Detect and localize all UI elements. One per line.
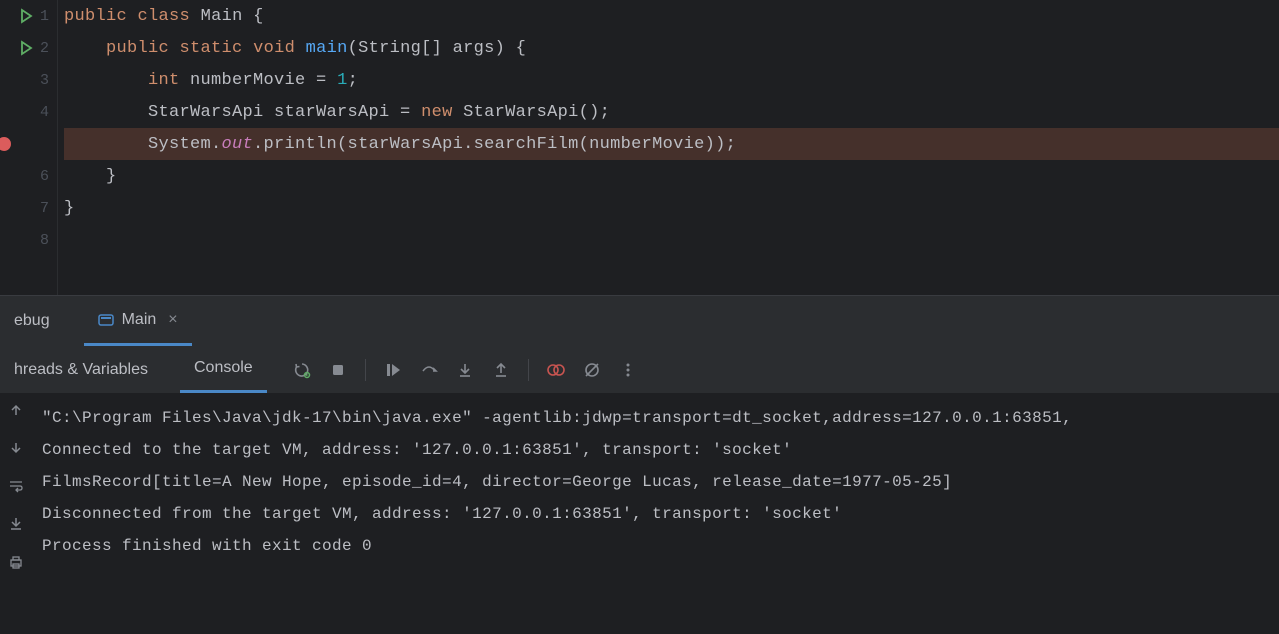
toolbar-icons — [293, 359, 637, 381]
close-icon[interactable]: × — [168, 311, 177, 329]
console-line: FilmsRecord[title=A New Hope, episode_id… — [42, 466, 1269, 498]
more-icon[interactable] — [619, 361, 637, 379]
code-line[interactable]: public class Main { — [64, 0, 1279, 32]
console-line: "C:\Program Files\Java\jdk-17\bin\java.e… — [42, 402, 1269, 434]
line-number: 2 — [40, 40, 49, 57]
app-icon — [98, 312, 114, 328]
code-line[interactable]: int numberMovie = 1; — [64, 64, 1279, 96]
breakpoint-icon[interactable] — [0, 137, 11, 151]
line-number: 1 — [40, 8, 49, 25]
run-icon[interactable] — [18, 40, 34, 56]
gutter-line[interactable] — [0, 128, 57, 160]
resume-icon[interactable] — [384, 361, 402, 379]
line-number: 7 — [40, 200, 49, 217]
line-number: 4 — [40, 104, 49, 121]
code-line[interactable]: public static void main(String[] args) { — [64, 32, 1279, 64]
console-gutter — [0, 394, 32, 634]
console-line: Process finished with exit code 0 — [42, 530, 1269, 562]
gutter-line[interactable]: 6 — [0, 160, 57, 192]
code-text-area[interactable]: public class Main { public static void m… — [58, 0, 1279, 295]
view-breakpoints-icon[interactable] — [547, 361, 565, 379]
scroll-to-end-icon[interactable] — [8, 516, 24, 532]
step-out-icon[interactable] — [492, 361, 510, 379]
code-editor[interactable]: 1 2 3 4 6 7 8 public class Main { — [0, 0, 1279, 295]
run-icon[interactable] — [18, 8, 34, 24]
code-line[interactable]: StarWarsApi starWarsApi = new StarWarsAp… — [64, 96, 1279, 128]
toolbar-separator — [365, 359, 366, 381]
code-line-breakpoint[interactable]: System.out.println(starWarsApi.searchFil… — [64, 128, 1279, 160]
stop-icon[interactable] — [329, 361, 347, 379]
line-number: 6 — [40, 168, 49, 185]
up-arrow-icon[interactable] — [8, 402, 24, 418]
mute-breakpoints-icon[interactable] — [583, 361, 601, 379]
step-over-icon[interactable] — [420, 361, 438, 379]
print-icon[interactable] — [8, 554, 24, 570]
soft-wrap-icon[interactable] — [8, 478, 24, 494]
toolbar-separator — [528, 359, 529, 381]
debug-tool-window-label[interactable]: ebug — [0, 296, 64, 346]
code-line[interactable]: } — [64, 192, 1279, 224]
line-number: 3 — [40, 72, 49, 89]
gutter-line[interactable]: 8 — [0, 224, 57, 256]
console-line: Disconnected from the target VM, address… — [42, 498, 1269, 530]
console-panel: "C:\Program Files\Java\jdk-17\bin\java.e… — [0, 394, 1279, 634]
down-arrow-icon[interactable] — [8, 440, 24, 456]
tab-console[interactable]: Console — [180, 346, 267, 393]
gutter-line[interactable]: 7 — [0, 192, 57, 224]
tab-label: Main — [122, 311, 157, 329]
code-line[interactable] — [64, 224, 1279, 256]
console-output[interactable]: "C:\Program Files\Java\jdk-17\bin\java.e… — [32, 394, 1279, 634]
gutter-line[interactable]: 1 — [0, 0, 57, 32]
step-into-icon[interactable] — [456, 361, 474, 379]
tab-run-config[interactable]: Main × — [84, 296, 192, 346]
gutter-line[interactable]: 4 — [0, 96, 57, 128]
gutter-line[interactable]: 3 — [0, 64, 57, 96]
console-line: Connected to the target VM, address: '12… — [42, 434, 1269, 466]
editor-gutter[interactable]: 1 2 3 4 6 7 8 — [0, 0, 58, 295]
code-line[interactable]: } — [64, 160, 1279, 192]
rerun-icon[interactable] — [293, 361, 311, 379]
debug-toolbar: hreads & Variables Console — [0, 346, 1279, 394]
tab-threads-variables[interactable]: hreads & Variables — [0, 346, 162, 393]
line-number: 8 — [40, 232, 49, 249]
gutter-line[interactable]: 2 — [0, 32, 57, 64]
debug-panel-tabs: ebug Main × — [0, 296, 1279, 346]
